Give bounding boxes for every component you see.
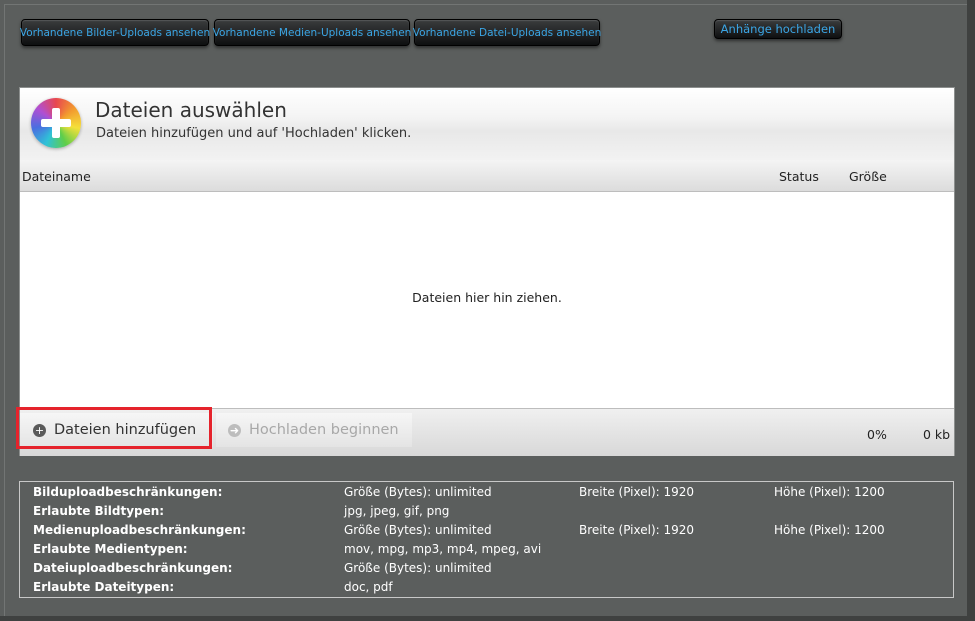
restriction-row: Erlaubte Dateitypen: doc, pdf [33, 580, 393, 594]
column-size: Größe [849, 169, 887, 184]
uploader-subtitle: Dateien hinzufügen und auf 'Hochladen' k… [96, 126, 412, 141]
add-files-button[interactable]: + Dateien hinzufügen [20, 413, 213, 447]
uploader-footer: + Dateien hinzufügen ➜ Hochladen beginne… [20, 408, 954, 456]
upload-total-size: 0 kb [923, 427, 951, 442]
restriction-row: Erlaubte Bildtypen: jpg, jpeg, gif, png [33, 504, 450, 518]
arrow-right-circle-icon: ➜ [228, 423, 241, 437]
restriction-row: Dateiuploadbeschränkungen: Größe (Bytes)… [33, 561, 492, 575]
uploader-header: Dateien auswählen Dateien hinzufügen und… [20, 88, 954, 161]
uploader-panel: Dateien auswählen Dateien hinzufügen und… [19, 87, 955, 456]
view-file-uploads-button[interactable]: Vorhandene Datei-Uploads ansehen [413, 19, 601, 46]
add-plus-rainbow-icon [31, 98, 81, 148]
view-image-uploads-button[interactable]: Vorhandene Bilder-Uploads ansehen [20, 19, 210, 46]
file-list-header: Dateiname Status Größe [20, 160, 954, 192]
upload-attachments-button[interactable]: Anhänge hochladen [714, 19, 842, 39]
column-status: Status [779, 169, 819, 184]
upload-restrictions: Bilduploadbeschränkungen: Größe (Bytes):… [19, 481, 954, 598]
start-upload-button[interactable]: ➜ Hochladen beginnen [216, 413, 412, 447]
column-filename: Dateiname [22, 169, 91, 184]
view-media-uploads-button[interactable]: Vorhandene Medien-Uploads ansehen [213, 19, 411, 46]
restriction-row: Erlaubte Medientypen: mov, mpg, mp3, mp4… [33, 542, 542, 556]
window-edge-right [967, 0, 975, 621]
start-upload-label: Hochladen beginnen [249, 422, 399, 438]
file-drop-area[interactable]: Dateien hier hin ziehen. [20, 192, 954, 408]
upload-percent: 0% [867, 427, 887, 442]
restriction-row: Medienuploadbeschränkungen: Größe (Bytes… [33, 523, 885, 537]
drop-hint: Dateien hier hin ziehen. [412, 290, 562, 305]
restriction-row: Bilduploadbeschränkungen: Größe (Bytes):… [33, 485, 885, 499]
plus-circle-icon: + [33, 423, 46, 437]
uploader-title: Dateien auswählen [95, 98, 287, 122]
add-files-label: Dateien hinzufügen [54, 422, 197, 438]
window-edge-bottom [0, 616, 975, 621]
